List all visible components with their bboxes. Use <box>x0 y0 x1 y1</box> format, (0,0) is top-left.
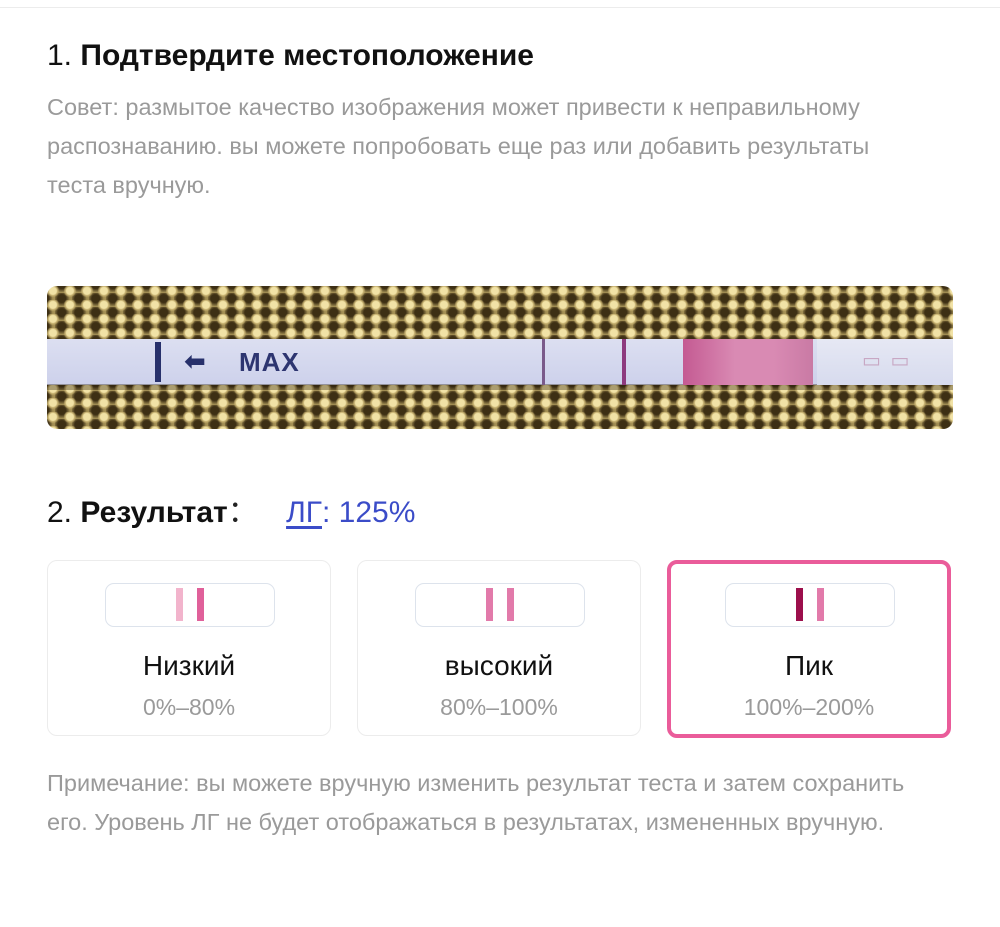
step2-number: 2. <box>47 496 73 529</box>
strip-window-edge <box>542 339 545 385</box>
max-label: MAX <box>239 347 300 377</box>
option-range: 0%–80% <box>142 694 236 720</box>
control-line-mark <box>486 588 493 621</box>
option-low[interactable]: Низкий 0%–80% <box>47 560 331 736</box>
step1-title: Подтвердите местоположение <box>80 39 534 72</box>
result-options: Низкий 0%–80% высокий 80%–100% Пик 100%–… <box>47 560 953 738</box>
option-range: 80%–100% <box>440 694 558 720</box>
lh-separator: : <box>322 496 339 529</box>
test-line-mark <box>507 588 514 621</box>
option-range: 100%–200% <box>743 694 875 720</box>
option-label: высокий <box>444 650 554 681</box>
strip-end-marks: ▭ ▭ <box>862 350 912 372</box>
option-label: Пик <box>784 650 833 681</box>
test-strip-icon <box>415 583 585 627</box>
test-line <box>683 339 813 385</box>
lh-link[interactable]: ЛГ <box>286 496 322 529</box>
step1-number: 1. <box>47 39 73 72</box>
test-line-mark <box>197 588 204 621</box>
control-line-mark <box>176 588 183 621</box>
test-strip-icon <box>725 583 895 627</box>
test-strip-icon <box>105 583 275 627</box>
step1-heading: 1. Подтвердите местоположение <box>47 36 534 76</box>
control-line-mark <box>796 588 803 621</box>
option-label: Низкий <box>142 650 236 681</box>
arrow-left-icon: ⬅ <box>184 346 206 376</box>
top-divider <box>0 7 1000 8</box>
step2-title: Результат <box>80 496 228 529</box>
step2-colon: ： <box>227 496 258 529</box>
control-line <box>622 339 626 385</box>
test-line-mark <box>817 588 824 621</box>
test-strip-photo[interactable]: ⬅ MAX ▭ ▭ <box>47 286 953 429</box>
manual-edit-note: Примечание: вы можете вручную изменить р… <box>47 770 905 835</box>
max-line-mark <box>155 342 161 382</box>
option-peak[interactable]: Пик 100%–200% <box>667 560 951 738</box>
step1-tip: Совет: размытое качество изображения мож… <box>47 94 870 198</box>
step2-heading: 2. Результат： ЛГ: 125% <box>47 493 415 533</box>
lh-value: 125% <box>338 496 416 529</box>
option-high[interactable]: высокий 80%–100% <box>357 560 641 736</box>
